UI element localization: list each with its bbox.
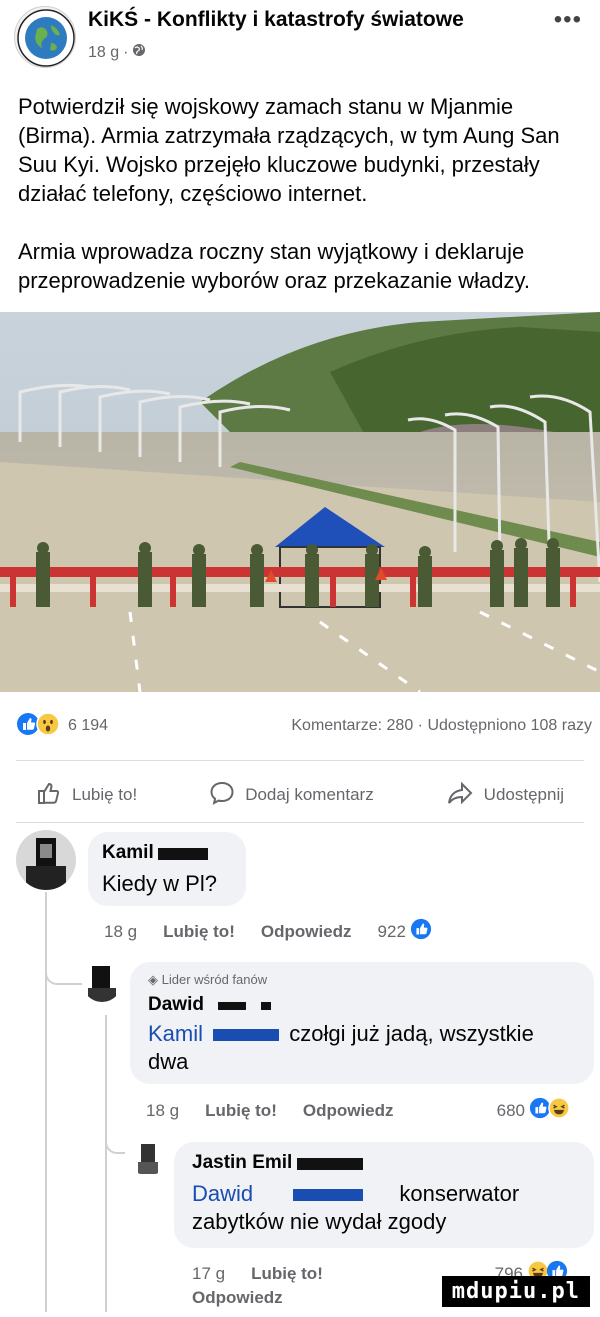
comment-author[interactable]: Dawid xyxy=(148,994,204,1015)
redaction xyxy=(296,1157,363,1170)
post-actions: Lubię to! Dodaj komentarz Udostępnij xyxy=(0,772,600,818)
comment-reaction-count[interactable]: 922 xyxy=(378,922,406,942)
redaction xyxy=(218,1001,247,1010)
comment-bubble: Jastin Emil Dawid konserwator zabytków n… xyxy=(174,1142,594,1248)
mention-link[interactable]: Kamil xyxy=(148,1021,203,1046)
comment-like-link[interactable]: Lubię to! xyxy=(251,1264,323,1284)
comments-shares-count[interactable]: Komentarze: 280 · Udostępniono 108 razy xyxy=(291,717,592,735)
comment-text-block: Dawid konserwator zabytków nie wydał zgo… xyxy=(192,1180,582,1236)
comment-text: zabytków nie wydał zgody xyxy=(192,1209,447,1234)
avatar[interactable] xyxy=(16,830,76,890)
comment-reply-link[interactable]: Odpowiedz xyxy=(192,1288,283,1308)
divider xyxy=(16,760,584,761)
divider xyxy=(16,822,584,823)
top-fan-badge: ◈ Lider wśród fanów xyxy=(148,972,267,988)
haha-reaction-icon xyxy=(548,1097,570,1124)
comment-icon xyxy=(209,780,235,811)
comment-bubble: ◈ Lider wśród fanów Dawid Kamil czołgi j… xyxy=(130,962,594,1084)
badge-label: Lider wśród fanów xyxy=(161,972,268,987)
avatar[interactable] xyxy=(130,1140,166,1176)
page-avatar[interactable] xyxy=(14,6,76,68)
post-header: KiKŚ - Konflikty i katastrofy światowe 1… xyxy=(0,0,600,80)
mention-link[interactable]: Dawid xyxy=(192,1181,253,1206)
like-label: Lubię to! xyxy=(71,785,138,804)
post-paragraph: Armia wprowadza roczny stan wyjątkowy i … xyxy=(18,239,530,293)
comment-author[interactable]: Kamil xyxy=(102,842,154,863)
comment-text: Kiedy w Pl? xyxy=(102,871,217,896)
comment-label: Dodaj komentarz xyxy=(245,785,374,804)
comment-reply-link[interactable]: Odpowiedz xyxy=(261,922,352,942)
like-button[interactable]: Lubię to! xyxy=(36,780,137,811)
redaction xyxy=(293,1189,364,1202)
reaction-count[interactable]: 6 194 xyxy=(68,717,108,735)
diamond-icon: ◈ xyxy=(148,972,158,987)
comment-text: czołgi już jadą, wszystkie dwa xyxy=(148,1021,534,1074)
thread-connector xyxy=(45,955,85,985)
comment-text-block: Kamil czołgi już jadą, wszystkie dwa xyxy=(148,1020,578,1076)
post-text: Potwierdził się wojskowy zamach stanu w … xyxy=(18,92,588,324)
thumb-up-icon xyxy=(36,780,62,811)
comment-time[interactable]: 18 g xyxy=(104,922,137,942)
comment-like-link[interactable]: Lubię to! xyxy=(163,922,235,942)
post-paragraph: Potwierdził się wojskowy zamach stanu w … xyxy=(18,94,560,206)
post-meta: 18 g · xyxy=(88,43,146,62)
comment-meta: 18 g Lubię to! Odpowiedz 922 xyxy=(104,918,432,945)
reaction-icons xyxy=(16,712,60,741)
comment-button[interactable]: Dodaj komentarz xyxy=(209,780,374,811)
globe-icon xyxy=(132,43,146,62)
like-reaction-icon xyxy=(410,918,432,945)
comment-meta: 18 g Lubię to! Odpowiedz 680 xyxy=(146,1097,570,1124)
post-photo[interactable] xyxy=(0,312,600,692)
comment-bubble: Kamil Kiedy w Pl? xyxy=(88,832,246,906)
comment-like-link[interactable]: Lubię to! xyxy=(205,1101,277,1121)
thread-line xyxy=(105,1015,107,1312)
redaction xyxy=(158,847,209,860)
meta-separator: · xyxy=(123,43,129,61)
redaction xyxy=(260,1001,271,1010)
comment-time[interactable]: 17 g xyxy=(192,1264,225,1284)
more-options-icon[interactable]: ••• xyxy=(554,6,582,34)
comment-reaction-count[interactable]: 680 xyxy=(497,1101,525,1121)
avatar[interactable] xyxy=(82,962,122,1002)
share-icon xyxy=(446,780,474,811)
comment-time[interactable]: 18 g xyxy=(146,1101,179,1121)
comment-author[interactable]: Jastin Emil xyxy=(192,1152,292,1173)
wow-reaction-icon xyxy=(36,712,60,741)
redaction xyxy=(213,1029,280,1042)
comment-text: konserwator xyxy=(399,1181,520,1206)
share-label: Udostępnij xyxy=(483,785,564,804)
post-time[interactable]: 18 g xyxy=(88,44,119,62)
watermark: mdupiu.pl xyxy=(441,1276,590,1307)
share-button[interactable]: Udostępnij xyxy=(446,780,564,811)
page-name[interactable]: KiKŚ - Konflikty i katastrofy światowe xyxy=(88,8,464,32)
comment-reply-link[interactable]: Odpowiedz xyxy=(303,1101,394,1121)
thread-connector xyxy=(105,1132,125,1154)
reactions-summary[interactable]: 6 194 Komentarze: 280 · Udostępniono 108… xyxy=(16,712,592,742)
